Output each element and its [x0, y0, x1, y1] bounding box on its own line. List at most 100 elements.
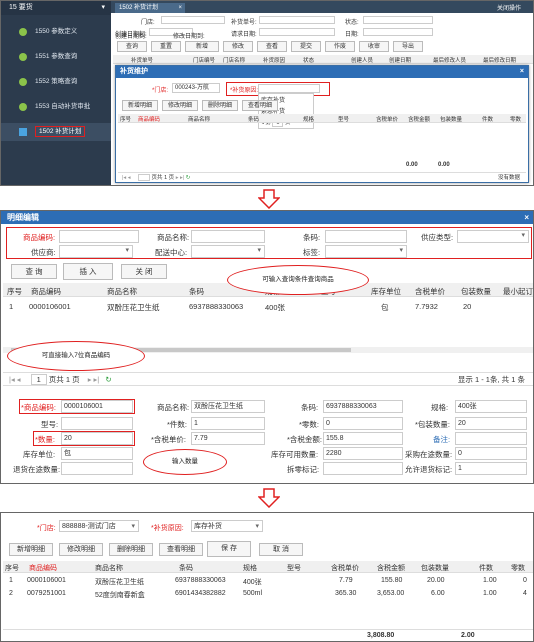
modal-title: 补货维护: [120, 68, 148, 75]
delete-detail-button[interactable]: 删除明细: [109, 543, 153, 556]
insert-button[interactable]: 插 入: [63, 263, 113, 280]
amount-field[interactable]: 155.8: [323, 432, 403, 445]
edit-detail-button[interactable]: 修改明细: [162, 100, 198, 111]
store-value: 888888-测试门店: [62, 523, 116, 530]
tab-active[interactable]: 1502 补货计划 ×: [115, 3, 185, 13]
price-field[interactable]: 7.79: [191, 432, 265, 445]
add-detail-button[interactable]: 新增明细: [122, 100, 158, 111]
barcode-input[interactable]: [325, 230, 407, 243]
store-label: *门店:: [37, 525, 56, 532]
product-code-input[interactable]: [59, 230, 139, 243]
delete-detail-button[interactable]: 删除明细: [202, 100, 238, 111]
store-select[interactable]: 888888-测试门店 ▾: [59, 520, 139, 532]
close-button[interactable]: 关 闭: [121, 264, 167, 279]
user-icon: [19, 28, 27, 36]
close-icon[interactable]: ×: [178, 3, 182, 13]
close-all-button[interactable]: 关闭操作: [497, 3, 521, 12]
next-page-icon[interactable]: ▸ ▸|: [176, 175, 184, 181]
view-detail-button[interactable]: 查看明细: [242, 100, 278, 111]
reason-select[interactable]: [258, 84, 320, 93]
sidebar-item[interactable]: 1553 自动补货审批: [1, 100, 111, 114]
field-value: 7.79: [194, 435, 208, 442]
row-barcode: 6937888330063: [175, 577, 226, 584]
callout-code-hint: 可直接输入7位商品编码: [7, 341, 145, 371]
view-detail-button[interactable]: 查看明细: [159, 543, 203, 556]
user-icon: [19, 103, 27, 111]
query-button[interactable]: 查 询: [11, 264, 57, 279]
sidebar-item-active[interactable]: 1502 补货计划: [1, 123, 111, 141]
supplier-select[interactable]: ▾: [59, 245, 133, 258]
void-button[interactable]: 作废: [325, 41, 355, 52]
save-button[interactable]: 保 存: [207, 541, 251, 557]
tab-label: 1502 补货计划: [119, 5, 159, 11]
row-spec: 400张: [243, 579, 262, 586]
audit-button[interactable]: 收审: [359, 41, 389, 52]
reason-value: 库存补货: [194, 523, 222, 530]
tag-select[interactable]: ▾: [325, 245, 407, 258]
grid-header-cell: 最后修改人员: [433, 58, 467, 64]
table-row[interactable]: 1 0000106001 双酚压花卫生纸 6937888330063 400张 …: [3, 575, 533, 587]
row-pack: 20.00: [427, 577, 445, 584]
row-code: 0000106001: [27, 577, 66, 584]
order-no-input[interactable]: [259, 16, 335, 24]
filter-label-barcode: 条码:: [303, 233, 321, 242]
table-row[interactable]: 2 0079251001 52度剑南春新盒 6901434382882 500m…: [3, 588, 533, 600]
grid-header-cell: 创建人员: [351, 58, 374, 64]
add-button[interactable]: 新增: [185, 41, 219, 52]
pack-field: 20: [455, 417, 527, 430]
grid-header-cell: 规格: [243, 565, 257, 572]
edit-detail-button[interactable]: 修改明细: [59, 543, 103, 556]
store-select[interactable]: 000243-万航: [172, 83, 220, 93]
row-pack: 6.00: [431, 590, 445, 597]
reset-button[interactable]: 重置: [151, 41, 181, 52]
view-button[interactable]: 查看: [257, 41, 287, 52]
split-label: 拆零标记:: [287, 465, 320, 474]
note-field[interactable]: [455, 432, 527, 445]
close-icon[interactable]: ×: [520, 66, 524, 78]
pieces-field[interactable]: 1: [191, 417, 265, 430]
add-detail-button[interactable]: 新增明细: [9, 543, 53, 556]
row-name: 双酚压花卫生纸: [95, 579, 144, 586]
row-no: 1: [9, 302, 14, 311]
filter-label-supplier: 供应商:: [31, 248, 56, 257]
table-row[interactable]: 1 0000106001 双酚压花卫生纸 6937888330063 400张 …: [3, 299, 533, 313]
status-select[interactable]: [363, 16, 433, 24]
cancel-button[interactable]: 取 消: [259, 543, 303, 556]
allow-return-label: 允许退货标记:: [405, 465, 453, 474]
sidebar: 15 要货 ▾ 1550 参数定义 1551 参数查询 1552 策略查询 15…: [1, 1, 111, 185]
panel-3: *门店: 888888-测试门店 ▾ *补货原因: 库存补货 ▾ 新增明细 修改明细…: [0, 512, 534, 642]
pager-page-input[interactable]: [138, 174, 151, 182]
sidebar-title: 15 要货: [9, 4, 33, 11]
refresh-icon[interactable]: ↻: [186, 175, 191, 181]
export-button[interactable]: 导出: [393, 41, 423, 52]
first-page-icon[interactable]: |◂ ◂: [122, 175, 130, 181]
sidebar-header[interactable]: 15 要货 ▾: [1, 1, 111, 15]
odd-label: *零数:: [299, 420, 320, 429]
chevron-down-icon: ▾: [125, 247, 129, 254]
edit-button[interactable]: 修改: [223, 41, 253, 52]
grid-header-cell: 规格: [303, 117, 315, 123]
quantity-field[interactable]: 20: [61, 432, 133, 445]
field-value: 1: [194, 420, 198, 427]
submit-button[interactable]: 提交: [291, 41, 321, 52]
pager-page-input[interactable]: 1: [30, 374, 47, 385]
product-name-input[interactable]: [191, 230, 265, 243]
odd-field[interactable]: 0: [323, 417, 403, 430]
product-code-field[interactable]: 0000106001: [61, 400, 133, 413]
sidebar-item[interactable]: 1550 参数定义: [1, 25, 111, 39]
next-page-icon[interactable]: ▸ ▸|: [88, 375, 100, 384]
grid-header-cell: 型号: [287, 565, 301, 572]
grid-header-cell: 商品名称: [95, 565, 123, 572]
row-no: 1: [9, 577, 13, 584]
row-barcode: 6901434382882: [175, 590, 226, 597]
reason-select[interactable]: 库存补货 ▾: [191, 520, 263, 532]
distribution-center-select[interactable]: ▾: [191, 245, 265, 258]
close-icon[interactable]: ×: [524, 211, 529, 224]
supply-type-select[interactable]: ▾: [457, 230, 529, 243]
first-page-icon[interactable]: |◂ ◂: [9, 375, 21, 384]
query-button[interactable]: 查询: [117, 41, 147, 52]
sidebar-item[interactable]: 1552 策略查询: [1, 75, 111, 89]
store-input[interactable]: [161, 16, 225, 24]
sidebar-item[interactable]: 1551 参数查询: [1, 50, 111, 64]
refresh-icon[interactable]: ↻: [105, 375, 111, 384]
